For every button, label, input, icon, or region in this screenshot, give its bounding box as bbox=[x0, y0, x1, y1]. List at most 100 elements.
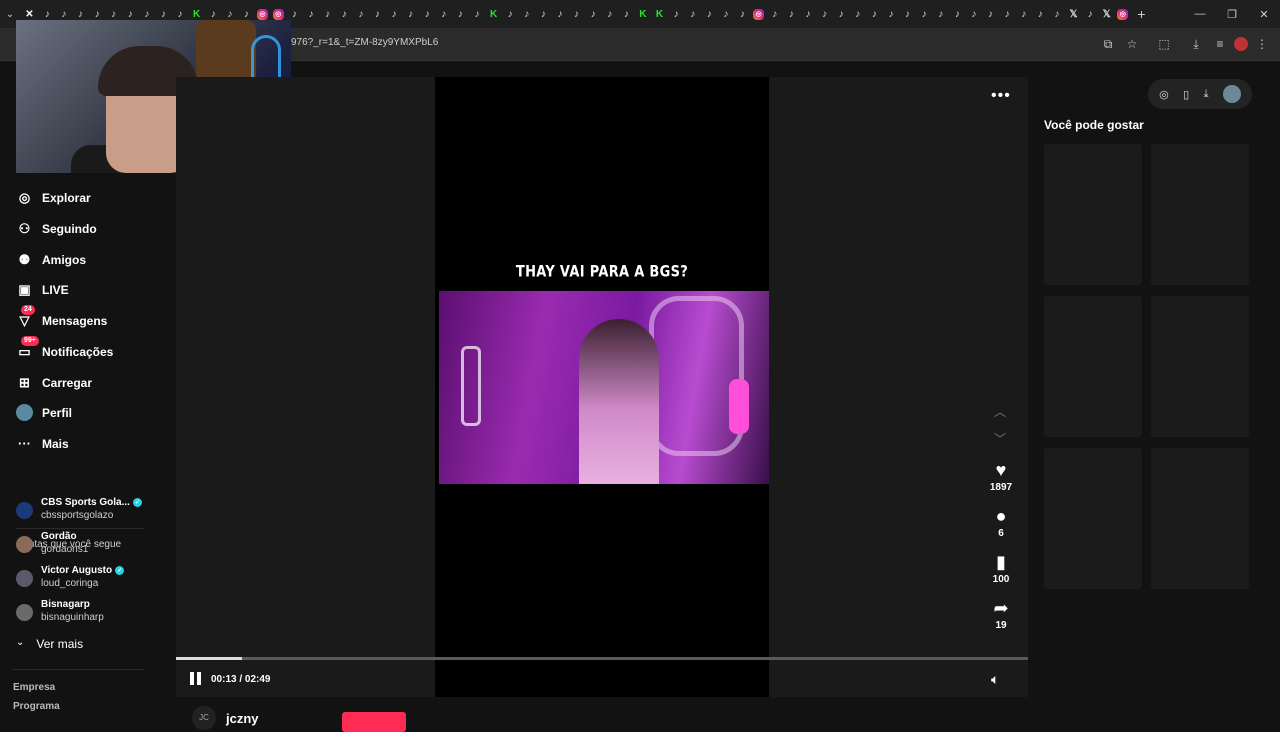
restore-icon[interactable]: ❐ bbox=[1216, 8, 1248, 21]
sidebar-item-live[interactable]: ▣ LIVE bbox=[16, 281, 68, 298]
video-progress-bar[interactable] bbox=[176, 657, 1028, 660]
install-app-icon[interactable]: ⧉ bbox=[1098, 34, 1118, 54]
sidebar-item-perfil[interactable]: Perfil bbox=[16, 404, 72, 421]
tab-favicon[interactable]: ♪ bbox=[552, 6, 568, 22]
tab-favicon[interactable]: ♪ bbox=[867, 6, 883, 22]
recommendation-tile[interactable] bbox=[1151, 296, 1249, 437]
tab-favicon[interactable]: K bbox=[652, 6, 668, 22]
tab-favicon[interactable]: K bbox=[486, 6, 502, 22]
close-window-icon[interactable]: ✕ bbox=[1248, 8, 1280, 21]
next-video-arrow-icon[interactable]: ﹀ bbox=[994, 430, 1006, 447]
media-control-icon[interactable]: ≡ bbox=[1210, 34, 1230, 54]
user-avatar[interactable] bbox=[1222, 85, 1241, 103]
recommendation-tile[interactable] bbox=[1151, 144, 1249, 285]
extensions-icon[interactable]: ⬚ bbox=[1154, 34, 1174, 54]
tab-favicon[interactable]: ♪ bbox=[386, 6, 402, 22]
tab-favicon[interactable]: ♪ bbox=[436, 6, 452, 22]
tab-favicon[interactable]: ♪ bbox=[950, 6, 966, 22]
volume-icon[interactable]: 🔈︎ bbox=[991, 671, 999, 688]
tab-favicon[interactable]: ♪ bbox=[1033, 6, 1049, 22]
tab-favicon[interactable]: ♪ bbox=[619, 6, 635, 22]
phone-icon[interactable]: ▯ bbox=[1183, 88, 1189, 101]
followed-account[interactable]: Victor Augusto ✓ loud_coringa bbox=[16, 565, 125, 589]
tab-favicon[interactable]: ♪ bbox=[668, 6, 684, 22]
new-tab-button[interactable]: + bbox=[1132, 6, 1152, 22]
tab-favicon[interactable]: ♪ bbox=[569, 6, 585, 22]
tab-favicon[interactable]: ♪ bbox=[933, 6, 949, 22]
followed-account[interactable]: Gordão gordaons1 bbox=[16, 531, 88, 555]
pause-button[interactable] bbox=[190, 672, 204, 686]
recommendation-tile[interactable] bbox=[1044, 448, 1142, 589]
see-more-button[interactable]: ⌄ Ver mais bbox=[16, 637, 83, 651]
tab-favicon[interactable]: ♪ bbox=[585, 6, 601, 22]
followed-account[interactable]: CBS Sports Gola... ✓ cbssportsgolazo bbox=[16, 497, 142, 521]
tab-favicon[interactable]: ♪ bbox=[1049, 6, 1065, 22]
tab-favicon[interactable]: 𝕏 bbox=[1066, 6, 1082, 22]
tab-favicon[interactable]: ♪ bbox=[916, 6, 932, 22]
footer-link-empresa[interactable]: Empresa bbox=[13, 682, 55, 693]
recommendation-tile[interactable] bbox=[1044, 296, 1142, 437]
tab-favicon[interactable]: K bbox=[635, 6, 651, 22]
tab-favicon[interactable]: ♪ bbox=[303, 6, 319, 22]
minimize-icon[interactable]: — bbox=[1184, 8, 1216, 21]
tab-favicon[interactable]: ♪ bbox=[983, 6, 999, 22]
previous-video-arrow-icon[interactable]: ︿ bbox=[994, 403, 1006, 420]
video-more-options-icon[interactable]: ••• bbox=[991, 87, 1011, 105]
tab-favicon[interactable]: ♪ bbox=[735, 6, 751, 22]
save-button[interactable]: ▮ 100 bbox=[986, 552, 1016, 585]
tab-favicon[interactable]: ♪ bbox=[817, 6, 833, 22]
tab-favicon[interactable]: ♪ bbox=[883, 6, 899, 22]
tab-favicon[interactable]: ♪ bbox=[685, 6, 701, 22]
sidebar-item-mensagens[interactable]: ▽ 24 Mensagens bbox=[16, 305, 107, 329]
recommendation-tile[interactable] bbox=[1151, 448, 1249, 589]
tab-favicon[interactable]: ♪ bbox=[833, 6, 849, 22]
tab-favicon[interactable]: ♪ bbox=[718, 6, 734, 22]
tab-favicon[interactable]: ♪ bbox=[999, 6, 1015, 22]
tab-favicon[interactable]: ♪ bbox=[403, 6, 419, 22]
tab-favicon[interactable]: ♪ bbox=[602, 6, 618, 22]
profile-avatar-icon[interactable] bbox=[1234, 37, 1248, 51]
tab-favicon[interactable]: ♪ bbox=[1016, 6, 1032, 22]
tab-favicon[interactable]: ♪ bbox=[767, 6, 783, 22]
tab-favicon[interactable]: ♪ bbox=[800, 6, 816, 22]
bookmark-star-icon[interactable]: ☆ bbox=[1122, 34, 1142, 54]
comment-button[interactable]: ● 6 bbox=[986, 506, 1016, 539]
tab-favicon[interactable]: ◎ bbox=[1117, 8, 1129, 20]
tab-favicon[interactable]: ♪ bbox=[900, 6, 916, 22]
tab-favicon[interactable]: ♪ bbox=[453, 6, 469, 22]
tab-favicon[interactable]: ◎ bbox=[257, 8, 268, 20]
tab-favicon[interactable]: ◎ bbox=[753, 8, 764, 20]
tab-favicon[interactable]: ♪ bbox=[702, 6, 718, 22]
tab-search-chevron-icon[interactable]: ⌄ bbox=[0, 9, 20, 20]
tab-favicon[interactable]: ♪ bbox=[784, 6, 800, 22]
followed-account[interactable]: Bisnagarp bisnaguinharp bbox=[16, 599, 104, 623]
tab-favicon[interactable]: ♪ bbox=[320, 6, 336, 22]
sidebar-item-carregar[interactable]: ⊞ Carregar bbox=[16, 374, 92, 391]
author-avatar[interactable]: JC bbox=[192, 706, 216, 730]
sidebar-item-explorar[interactable]: ◎ Explorar bbox=[16, 189, 91, 206]
sidebar-item-mais[interactable]: ··· Mais bbox=[16, 435, 69, 452]
url-text[interactable]: 976?_r=1&_t=ZM-8zy9YMXPbL6 bbox=[291, 37, 438, 48]
sidebar-item-notificações[interactable]: ▭ 99+ Notificações bbox=[16, 336, 113, 360]
download-video-icon[interactable]: ⤓ bbox=[1204, 88, 1209, 101]
browser-menu-icon[interactable]: ⋮ bbox=[1252, 34, 1272, 54]
sidebar-item-seguindo[interactable]: ⚇ Seguindo bbox=[16, 220, 97, 237]
tab-favicon[interactable]: ♪ bbox=[966, 6, 982, 22]
tab-favicon[interactable]: ♪ bbox=[469, 6, 485, 22]
tab-favicon[interactable]: ♪ bbox=[850, 6, 866, 22]
footer-link-programa[interactable]: Programa bbox=[13, 701, 60, 712]
share-button[interactable]: ➦ 19 bbox=[986, 598, 1016, 631]
download-icon[interactable]: ⤓ bbox=[1186, 34, 1206, 54]
follow-button[interactable] bbox=[342, 712, 406, 732]
tab-favicon[interactable]: ♪ bbox=[353, 6, 369, 22]
recommendation-tile[interactable] bbox=[1044, 144, 1142, 285]
tab-favicon[interactable]: ♪ bbox=[336, 6, 352, 22]
video-player[interactable]: THAY VAI PARA A BGS? ••• ︿ ﹀ ♥ 1897 ● 6 … bbox=[176, 77, 1028, 697]
tab-favicon[interactable]: ♪ bbox=[519, 6, 535, 22]
sidebar-item-amigos[interactable]: ⚉ Amigos bbox=[16, 251, 86, 268]
tab-favicon[interactable]: ♪ bbox=[536, 6, 552, 22]
author-name[interactable]: jczny bbox=[226, 711, 259, 726]
compass-tool-icon[interactable]: ◎ bbox=[1159, 88, 1169, 101]
tab-favicon[interactable]: ♪ bbox=[1082, 6, 1098, 22]
tab-favicon[interactable]: ♪ bbox=[419, 6, 435, 22]
